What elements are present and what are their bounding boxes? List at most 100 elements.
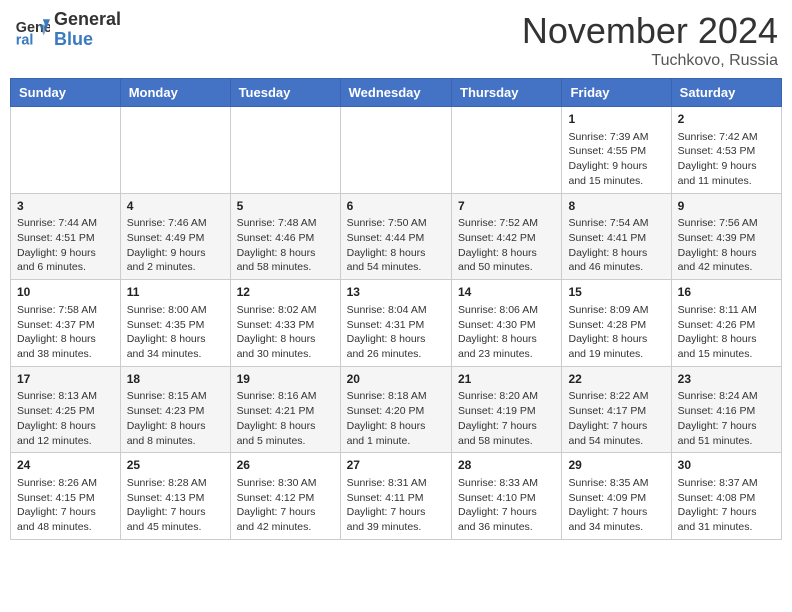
day-number: 1 xyxy=(568,111,664,128)
location: Tuchkovo, Russia xyxy=(522,52,778,70)
calendar-cell: 7Sunrise: 7:52 AM Sunset: 4:42 PM Daylig… xyxy=(452,193,562,280)
calendar-week-5: 24Sunrise: 8:26 AM Sunset: 4:15 PM Dayli… xyxy=(11,453,782,540)
day-info: Sunrise: 8:04 AM Sunset: 4:31 PM Dayligh… xyxy=(347,303,445,362)
calendar-cell: 12Sunrise: 8:02 AM Sunset: 4:33 PM Dayli… xyxy=(230,280,340,367)
day-number: 18 xyxy=(127,371,224,388)
month-title: November 2024 xyxy=(522,10,778,52)
day-number: 5 xyxy=(237,198,334,215)
day-info: Sunrise: 7:48 AM Sunset: 4:46 PM Dayligh… xyxy=(237,216,334,275)
calendar-cell: 17Sunrise: 8:13 AM Sunset: 4:25 PM Dayli… xyxy=(11,366,121,453)
logo-icon: Gene ral xyxy=(14,12,50,48)
calendar-cell: 10 Sunrise: 7:58 AM Sunset: 4:37 PM Dayli… xyxy=(11,280,121,367)
calendar-cell: 15 Sunrise: 8:09 AM Sunset: 4:28 PM Dayli… xyxy=(562,280,671,367)
day-info: Sunrise: 8:13 AM Sunset: 4:25 PM Dayligh… xyxy=(17,389,114,448)
day-number: 11 xyxy=(127,284,224,301)
calendar-cell xyxy=(340,107,451,194)
calendar-cell: 6Sunrise: 7:50 AM Sunset: 4:44 PM Daylig… xyxy=(340,193,451,280)
day-info: Sunrise: 7:52 AM Sunset: 4:42 PM Dayligh… xyxy=(458,216,555,275)
calendar-week-2: 3Sunrise: 7:44 AM Sunset: 4:51 PM Daylig… xyxy=(11,193,782,280)
logo-text: General Blue xyxy=(54,10,121,50)
day-number: 10 xyxy=(17,284,114,301)
day-number: 19 xyxy=(237,371,334,388)
day-info: Sunrise: 8:02 AM Sunset: 4:33 PM Dayligh… xyxy=(237,303,334,362)
calendar-cell: 21Sunrise: 8:20 AM Sunset: 4:19 PM Dayli… xyxy=(452,366,562,453)
logo-general-text: General xyxy=(54,10,121,30)
day-info: Sunrise: 8:09 AM Sunset: 4:28 PM Dayligh… xyxy=(568,303,664,362)
calendar-cell: 20Sunrise: 8:18 AM Sunset: 4:20 PM Dayli… xyxy=(340,366,451,453)
calendar-cell: 27 Sunrise: 8:31 AM Sunset: 4:11 PM Dayli… xyxy=(340,453,451,540)
day-number: 3 xyxy=(17,198,114,215)
day-info: Sunrise: 8:22 AM Sunset: 4:17 PM Dayligh… xyxy=(568,389,664,448)
calendar-cell xyxy=(120,107,230,194)
page-header: Gene ral General Blue November 2024 Tuch… xyxy=(10,10,782,70)
day-number: 15 xyxy=(568,284,664,301)
day-info: Sunrise: 8:20 AM Sunset: 4:19 PM Dayligh… xyxy=(458,389,555,448)
day-info: Sunrise: 7:46 AM Sunset: 4:49 PM Dayligh… xyxy=(127,216,224,275)
calendar-cell: 4Sunrise: 7:46 AM Sunset: 4:49 PM Daylig… xyxy=(120,193,230,280)
weekday-header-friday: Friday xyxy=(562,79,671,107)
calendar-cell: 24Sunrise: 8:26 AM Sunset: 4:15 PM Dayli… xyxy=(11,453,121,540)
day-number: 4 xyxy=(127,198,224,215)
calendar-week-4: 17Sunrise: 8:13 AM Sunset: 4:25 PM Dayli… xyxy=(11,366,782,453)
day-info: Sunrise: 8:18 AM Sunset: 4:20 PM Dayligh… xyxy=(347,389,445,448)
day-number: 20 xyxy=(347,371,445,388)
day-info: Sunrise: 7:58 AM Sunset: 4:37 PM Dayligh… xyxy=(17,303,114,362)
calendar-cell: 25Sunrise: 8:28 AM Sunset: 4:13 PM Dayli… xyxy=(120,453,230,540)
calendar-cell: 26Sunrise: 8:30 AM Sunset: 4:12 PM Dayli… xyxy=(230,453,340,540)
calendar-cell: 14 Sunrise: 8:06 AM Sunset: 4:30 PM Dayli… xyxy=(452,280,562,367)
calendar-cell: 1Sunrise: 7:39 AM Sunset: 4:55 PM Daylig… xyxy=(562,107,671,194)
logo: Gene ral General Blue xyxy=(14,10,121,50)
day-info: Sunrise: 8:31 AM Sunset: 4:11 PM Dayligh… xyxy=(347,476,445,535)
logo-blue-text: Blue xyxy=(54,30,121,50)
day-info: Sunrise: 8:37 AM Sunset: 4:08 PM Dayligh… xyxy=(678,476,775,535)
day-info: Sunrise: 7:50 AM Sunset: 4:44 PM Dayligh… xyxy=(347,216,445,275)
calendar-cell: 5Sunrise: 7:48 AM Sunset: 4:46 PM Daylig… xyxy=(230,193,340,280)
weekday-header-monday: Monday xyxy=(120,79,230,107)
calendar-cell xyxy=(230,107,340,194)
day-number: 23 xyxy=(678,371,775,388)
calendar-cell: 28Sunrise: 8:33 AM Sunset: 4:10 PM Dayli… xyxy=(452,453,562,540)
day-info: Sunrise: 8:28 AM Sunset: 4:13 PM Dayligh… xyxy=(127,476,224,535)
day-info: Sunrise: 8:06 AM Sunset: 4:30 PM Dayligh… xyxy=(458,303,555,362)
day-number: 6 xyxy=(347,198,445,215)
day-number: 2 xyxy=(678,111,775,128)
day-number: 22 xyxy=(568,371,664,388)
calendar-cell: 23Sunrise: 8:24 AM Sunset: 4:16 PM Dayli… xyxy=(671,366,781,453)
day-number: 27 xyxy=(347,457,445,474)
calendar-cell: 29 Sunrise: 8:35 AM Sunset: 4:09 PM Dayli… xyxy=(562,453,671,540)
weekday-header-sunday: Sunday xyxy=(11,79,121,107)
day-info: Sunrise: 7:54 AM Sunset: 4:41 PM Dayligh… xyxy=(568,216,664,275)
day-info: Sunrise: 7:56 AM Sunset: 4:39 PM Dayligh… xyxy=(678,216,775,275)
day-info: Sunrise: 8:24 AM Sunset: 4:16 PM Dayligh… xyxy=(678,389,775,448)
calendar-cell: 2 Sunrise: 7:42 AM Sunset: 4:53 PM Daylig… xyxy=(671,107,781,194)
weekday-header-thursday: Thursday xyxy=(452,79,562,107)
day-info: Sunrise: 8:15 AM Sunset: 4:23 PM Dayligh… xyxy=(127,389,224,448)
calendar-cell: 11 Sunrise: 8:00 AM Sunset: 4:35 PM Dayli… xyxy=(120,280,230,367)
day-number: 29 xyxy=(568,457,664,474)
day-number: 28 xyxy=(458,457,555,474)
day-number: 14 xyxy=(458,284,555,301)
day-number: 13 xyxy=(347,284,445,301)
calendar-cell: 13 Sunrise: 8:04 AM Sunset: 4:31 PM Dayli… xyxy=(340,280,451,367)
calendar-cell: 16 Sunrise: 8:11 AM Sunset: 4:26 PM Dayli… xyxy=(671,280,781,367)
day-number: 17 xyxy=(17,371,114,388)
svg-text:ral: ral xyxy=(16,32,34,48)
day-info: Sunrise: 8:26 AM Sunset: 4:15 PM Dayligh… xyxy=(17,476,114,535)
title-block: November 2024 Tuchkovo, Russia xyxy=(522,10,778,70)
calendar-week-1: 1Sunrise: 7:39 AM Sunset: 4:55 PM Daylig… xyxy=(11,107,782,194)
day-info: Sunrise: 8:00 AM Sunset: 4:35 PM Dayligh… xyxy=(127,303,224,362)
calendar-cell: 19Sunrise: 8:16 AM Sunset: 4:21 PM Dayli… xyxy=(230,366,340,453)
day-info: Sunrise: 7:42 AM Sunset: 4:53 PM Dayligh… xyxy=(678,130,775,189)
calendar-week-3: 10 Sunrise: 7:58 AM Sunset: 4:37 PM Dayli… xyxy=(11,280,782,367)
calendar-cell xyxy=(11,107,121,194)
day-info: Sunrise: 8:11 AM Sunset: 4:26 PM Dayligh… xyxy=(678,303,775,362)
day-number: 16 xyxy=(678,284,775,301)
calendar-cell: 9Sunrise: 7:56 AM Sunset: 4:39 PM Daylig… xyxy=(671,193,781,280)
day-number: 26 xyxy=(237,457,334,474)
calendar-cell: 22Sunrise: 8:22 AM Sunset: 4:17 PM Dayli… xyxy=(562,366,671,453)
weekday-header-tuesday: Tuesday xyxy=(230,79,340,107)
day-info: Sunrise: 8:35 AM Sunset: 4:09 PM Dayligh… xyxy=(568,476,664,535)
day-number: 9 xyxy=(678,198,775,215)
calendar-cell xyxy=(452,107,562,194)
calendar-table: SundayMondayTuesdayWednesdayThursdayFrid… xyxy=(10,78,782,540)
